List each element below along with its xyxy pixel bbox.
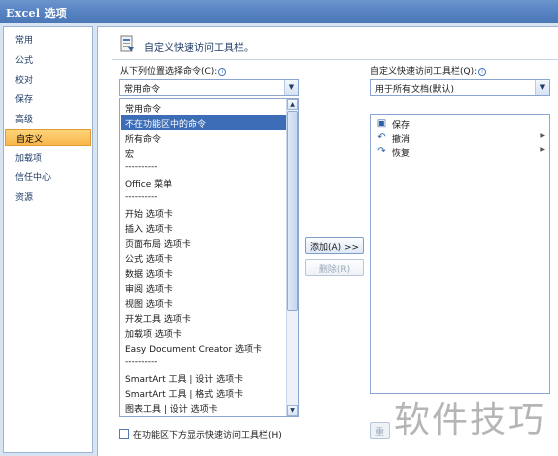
- redo-icon: ↷: [377, 146, 386, 157]
- qat-item-save[interactable]: ▣ 保存: [373, 117, 549, 131]
- show-below-ribbon-row[interactable]: 在功能区下方显示快速访问工具栏(H): [119, 428, 282, 441]
- qat-listbox[interactable]: ▣ 保存 ↶ 撤消 ▶ ↷ 恢复 ▶: [370, 114, 550, 394]
- list-item[interactable]: 开始 选项卡: [121, 205, 286, 220]
- choose-from-label-text: 从下列位置选择命令(C):: [120, 67, 218, 77]
- list-separator: ----------: [125, 192, 158, 202]
- remove-button[interactable]: 删除(R): [305, 259, 364, 276]
- reset-button[interactable]: 重: [370, 422, 390, 439]
- nav-item-proofing[interactable]: 校对: [5, 71, 91, 88]
- nav-item-common[interactable]: 常用: [5, 31, 91, 48]
- customize-qat-label-text: 自定义快速访问工具栏(Q):: [370, 67, 478, 77]
- list-item[interactable]: SmartArt 工具 | 格式 选项卡: [121, 385, 286, 400]
- list-item[interactable]: 常用命令: [121, 100, 286, 115]
- list-item[interactable]: 页面布局 选项卡: [121, 235, 286, 250]
- info-icon: i: [218, 67, 227, 76]
- window-title: Excel 选项: [6, 7, 68, 20]
- list-item[interactable]: 插入 选项卡: [121, 220, 286, 235]
- list-item[interactable]: 所有命令: [121, 130, 286, 145]
- list-item[interactable]: 公式 选项卡: [121, 250, 286, 265]
- choose-from-dropdown[interactable]: 常用命令 ▼: [119, 79, 299, 96]
- qat-item-label: 撤消: [392, 135, 411, 145]
- chevron-down-icon[interactable]: ▼: [535, 80, 549, 95]
- submenu-arrow-icon: ▶: [540, 146, 545, 153]
- nav-item-save[interactable]: 保存: [5, 90, 91, 107]
- list-item[interactable]: SmartArt 工具 | 设计 选项卡: [121, 370, 286, 385]
- show-below-ribbon-checkbox[interactable]: [119, 429, 129, 439]
- scroll-thumb[interactable]: [287, 111, 298, 311]
- qat-item-label: 保存: [392, 121, 411, 131]
- add-button[interactable]: 添加(A) >>: [305, 237, 364, 254]
- nav-item-formulas[interactable]: 公式: [5, 51, 91, 68]
- scroll-down-icon[interactable]: ▼: [287, 405, 298, 416]
- nav-item-trust-center[interactable]: 信任中心: [5, 168, 91, 185]
- list-item[interactable]: 图表工具 | 设计 选项卡: [121, 400, 286, 415]
- dialog-frame: 常用 公式 校对 保存 高级 自定义 加载项 信任中心 资源 自定义快速访问工具…: [0, 23, 558, 456]
- list-item[interactable]: Easy Document Creator 选项卡: [121, 340, 286, 355]
- choose-from-selected: 常用命令: [124, 85, 161, 95]
- save-icon: ▣: [376, 118, 387, 129]
- show-below-ribbon-label: 在功能区下方显示快速访问工具栏(H): [133, 431, 282, 441]
- list-item[interactable]: 视图 选项卡: [121, 295, 286, 310]
- customize-qat-label: 自定义快速访问工具栏(Q): i: [370, 64, 487, 77]
- commands-listbox[interactable]: 常用命令 不在功能区中的命令 所有命令 宏 ---------- Office …: [119, 98, 299, 417]
- submenu-arrow-icon: ▶: [540, 132, 545, 139]
- nav-item-add-ins[interactable]: 加载项: [5, 149, 91, 166]
- list-item[interactable]: 审阅 选项卡: [121, 280, 286, 295]
- list-item[interactable]: 开发工具 选项卡: [121, 310, 286, 325]
- qat-item-redo[interactable]: ↷ 恢复 ▶: [373, 145, 549, 159]
- list-separator: ----------: [125, 357, 158, 367]
- qat-item-label: 恢复: [392, 149, 411, 159]
- nav-item-resources[interactable]: 资源: [5, 188, 91, 205]
- panel-title: 自定义快速访问工具栏。: [144, 43, 254, 54]
- nav-item-advanced[interactable]: 高级: [5, 110, 91, 127]
- header-divider: [112, 59, 558, 60]
- watermark: 软件技巧: [394, 400, 547, 441]
- options-nav: 常用 公式 校对 保存 高级 自定义 加载项 信任中心 资源: [3, 26, 93, 453]
- choose-from-label: 从下列位置选择命令(C): i: [120, 64, 227, 77]
- window-title-bar: Excel 选项: [0, 0, 558, 23]
- undo-icon: ↶: [377, 132, 386, 143]
- toolbar-customize-icon: [120, 35, 134, 52]
- list-item[interactable]: 宏: [121, 145, 286, 160]
- chevron-down-icon[interactable]: ▼: [284, 80, 298, 95]
- qat-item-undo[interactable]: ↶ 撤消 ▶: [373, 131, 549, 145]
- list-item[interactable]: Office 菜单: [121, 175, 286, 190]
- commands-scrollbar[interactable]: ▲ ▼: [286, 99, 298, 416]
- nav-item-customize[interactable]: 自定义: [5, 129, 91, 146]
- customize-qat-dropdown[interactable]: 用于所有文档(默认) ▼: [370, 79, 550, 96]
- scroll-up-icon[interactable]: ▲: [287, 99, 298, 110]
- list-item[interactable]: 加载项 选项卡: [121, 325, 286, 340]
- list-item-selected[interactable]: 不在功能区中的命令: [121, 115, 286, 130]
- customize-qat-selected: 用于所有文档(默认): [375, 85, 455, 95]
- info-icon: i: [478, 67, 487, 76]
- list-separator: ----------: [125, 162, 158, 172]
- list-item[interactable]: 数据 选项卡: [121, 265, 286, 280]
